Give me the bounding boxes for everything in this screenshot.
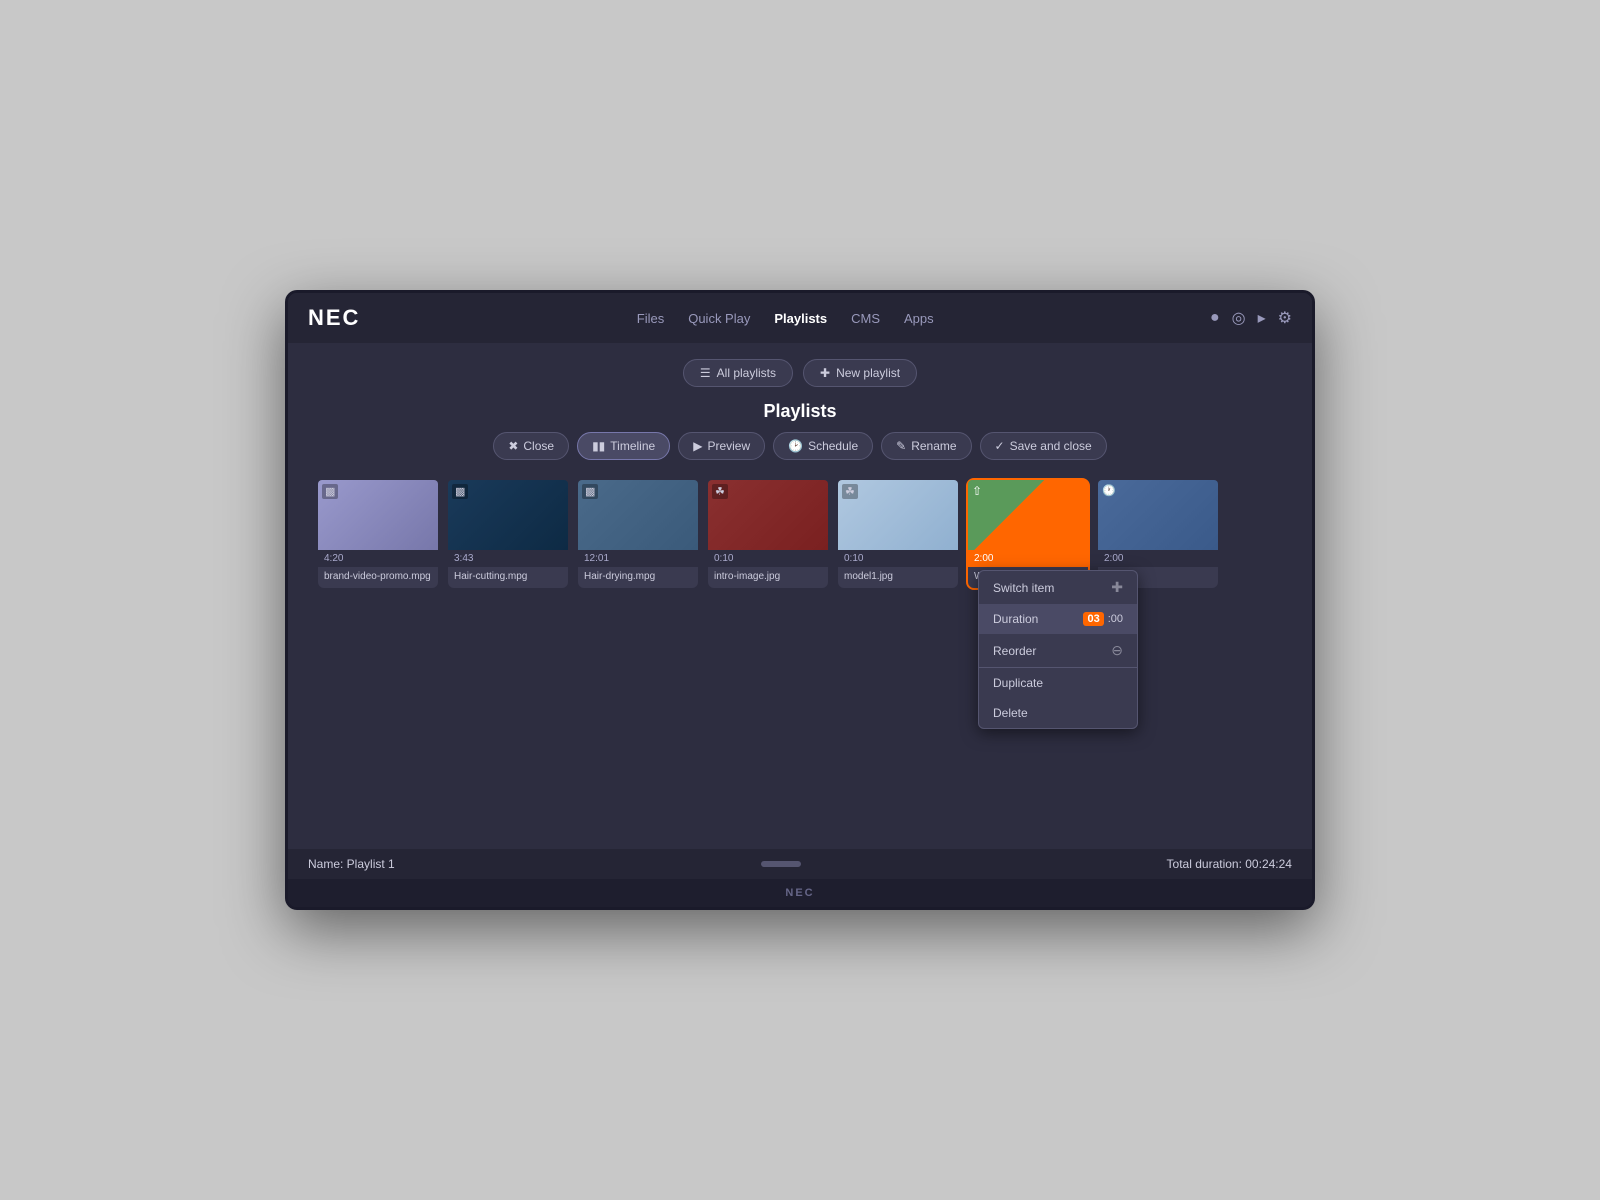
media-card-4[interactable]: ☘ 0:10 model1.jpg	[838, 480, 958, 588]
name-2: Hair-drying.mpg	[578, 567, 698, 588]
clock-icon: 🕐	[1102, 484, 1116, 497]
duration-4: 0:10	[838, 550, 958, 567]
video-icon-1: ▩	[452, 484, 468, 499]
ctx-duration[interactable]: Duration 03 :00	[979, 604, 1137, 634]
nav-playlists[interactable]: Playlists	[774, 311, 827, 326]
toolbar: ✖ Close ▮▮ Timeline ▶ Preview 🕑 Schedule…	[308, 432, 1292, 460]
tv-bottom: NEC	[288, 879, 1312, 907]
save-close-button[interactable]: ✓ Save and close	[980, 432, 1107, 460]
tv-screen: NEC Files Quick Play Playlists CMS Apps …	[288, 293, 1312, 879]
thumb-1: ▩	[448, 480, 568, 550]
image-icon-4: ☘	[842, 484, 858, 499]
bottom-handle	[761, 861, 801, 867]
ctx-delete[interactable]: Delete	[979, 698, 1137, 728]
duration-3: 0:10	[708, 550, 828, 567]
thumb-3: ☘	[708, 480, 828, 550]
ctx-switch-item[interactable]: Switch item ✚	[979, 571, 1137, 604]
plus-icon: ✚	[820, 366, 830, 380]
thumb-5: ⇧	[968, 480, 1088, 550]
image-icon-3: ☘	[712, 484, 728, 499]
new-playlist-button[interactable]: ✚ New playlist	[803, 359, 917, 387]
main-content: ☰ All playlists ✚ New playlist Playlists…	[288, 343, 1312, 849]
thumb-6: 🕐	[1098, 480, 1218, 550]
rename-button[interactable]: ✎ Rename	[881, 432, 971, 460]
play-icon: ▶	[693, 439, 702, 453]
playlist-header: ☰ All playlists ✚ New playlist	[308, 359, 1292, 387]
video-icon-2: ▩	[582, 484, 598, 499]
duration-orange: 03	[1083, 612, 1103, 626]
thumb-2: ▩	[578, 480, 698, 550]
gear-icon[interactable]: ⚙	[1278, 308, 1292, 328]
duration-5: 2:00	[968, 550, 1088, 567]
rename-icon: ✎	[896, 439, 906, 453]
nav-quickplay[interactable]: Quick Play	[688, 311, 750, 326]
all-playlists-button[interactable]: ☰ All playlists	[683, 359, 793, 387]
schedule-button[interactable]: 🕑 Schedule	[773, 432, 873, 460]
thumb-4: ☘	[838, 480, 958, 550]
thumb-0: ▩	[318, 480, 438, 550]
nav-files[interactable]: Files	[637, 311, 664, 326]
nav-apps[interactable]: Apps	[904, 311, 934, 326]
ctx-reorder[interactable]: Reorder ⊖	[979, 634, 1137, 667]
video-icon-0: ▩	[322, 484, 338, 499]
bottom-bar: Name: Playlist 1 Total duration: 00:24:2…	[288, 849, 1312, 879]
duration-2: 12:01	[578, 550, 698, 567]
duration-1: 3:43	[448, 550, 568, 567]
name-0: brand-video-promo.mpg	[318, 567, 438, 588]
tv-bottom-logo: NEC	[785, 887, 814, 899]
close-button[interactable]: ✖ Close	[493, 432, 569, 460]
tv-monitor: NEC Files Quick Play Playlists CMS Apps …	[285, 290, 1315, 910]
close-icon: ✖	[508, 439, 518, 453]
media-row: ▩ 4:20 brand-video-promo.mpg ▩ 3:43 Hair…	[308, 480, 1292, 588]
list-icon: ☰	[700, 366, 711, 380]
media-card-1[interactable]: ▩ 3:43 Hair-cutting.mpg	[448, 480, 568, 588]
media-card-3[interactable]: ☘ 0:10 intro-image.jpg	[708, 480, 828, 588]
page-title-row: Playlists	[308, 401, 1292, 422]
name-3: intro-image.jpg	[708, 567, 828, 588]
preview-button[interactable]: ▶ Preview	[678, 432, 765, 460]
save-icon: ✓	[995, 439, 1005, 453]
playlist-name-label: Name: Playlist 1	[308, 857, 395, 871]
context-menu: Switch item ✚ Duration 03 :00 Reorder ⊖	[978, 570, 1138, 729]
user-icon[interactable]: ●	[1210, 309, 1220, 327]
nec-logo: NEC	[308, 305, 360, 331]
schedule-icon: 🕑	[788, 439, 803, 453]
duration-6: 2:00	[1098, 550, 1218, 567]
name-4: model1.jpg	[838, 567, 958, 588]
wifi-icon[interactable]: ▸	[1258, 308, 1266, 328]
nav-cms[interactable]: CMS	[851, 311, 880, 326]
ctx-duplicate[interactable]: Duplicate	[979, 668, 1137, 698]
timeline-icon: ▮▮	[592, 439, 605, 453]
timeline-button[interactable]: ▮▮ Timeline	[577, 432, 670, 460]
name-1: Hair-cutting.mpg	[448, 567, 568, 588]
media-card-2[interactable]: ▩ 12:01 Hair-drying.mpg	[578, 480, 698, 588]
duration-0: 4:20	[318, 550, 438, 567]
minus-circle-icon: ⊖	[1111, 642, 1123, 659]
total-duration-label: Total duration: 00:24:24	[1167, 857, 1292, 871]
duration-value: 03 :00	[1083, 612, 1123, 626]
nav-links: Files Quick Play Playlists CMS Apps	[637, 311, 934, 326]
media-card-0[interactable]: ▩ 4:20 brand-video-promo.mpg	[318, 480, 438, 588]
weather-icon: ⇧	[972, 484, 982, 498]
globe-icon[interactable]: ◎	[1232, 308, 1246, 328]
top-nav: NEC Files Quick Play Playlists CMS Apps …	[288, 293, 1312, 343]
nav-icons: ● ◎ ▸ ⚙	[1210, 308, 1292, 328]
duration-colon: :00	[1108, 613, 1123, 625]
page-title: Playlists	[763, 401, 836, 422]
plus-circle-icon: ✚	[1111, 579, 1123, 596]
